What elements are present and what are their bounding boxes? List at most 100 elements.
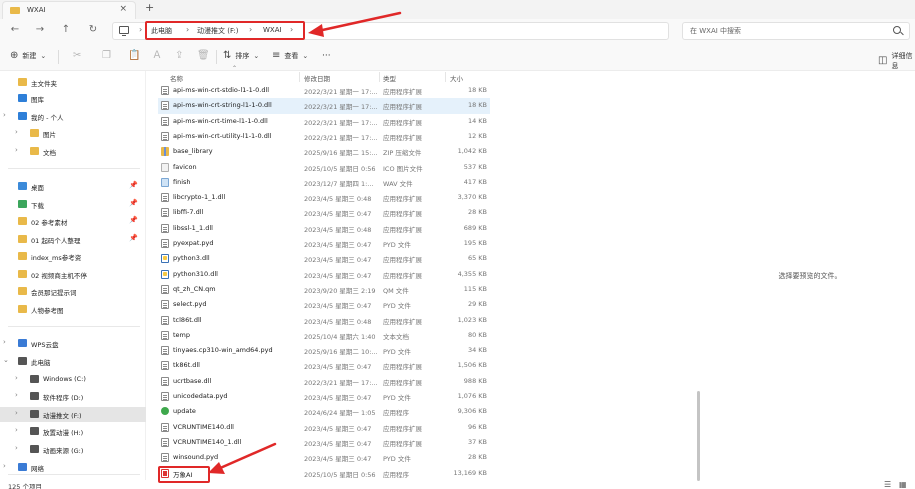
- sidebar-item[interactable]: 主文件夹: [0, 75, 146, 90]
- sort-button[interactable]: ⇅ 排序 ⌄: [223, 51, 259, 61]
- sort-icon: ⇅: [223, 50, 232, 61]
- new-button[interactable]: ⊕ 新建 ⌄: [10, 51, 46, 61]
- file-row[interactable]: select.pyd 2023/4/5 星期三 0:47 PYD 文件 29 KB: [158, 297, 490, 312]
- chevron-icon[interactable]: ›: [15, 146, 18, 154]
- file-row[interactable]: libffi-7.dll 2023/4/5 星期三 0:47 应用程序扩展 28 KB: [158, 205, 490, 220]
- file-row[interactable]: tinyaes.cp310-win_amd64.pyd 2025/9/16 星期二…: [158, 343, 490, 358]
- pin-icon[interactable]: 📌: [129, 234, 138, 242]
- sidebar-item[interactable]: › 放置动漫 (H:): [0, 424, 146, 439]
- chevron-icon[interactable]: ⌄: [3, 356, 9, 364]
- details-view-icon[interactable]: ☰: [884, 480, 891, 489]
- more-button[interactable]: ···: [322, 51, 331, 61]
- file-row[interactable]: python310.dll 2023/4/5 星期三 0:47 应用程序扩展 4,35…: [158, 267, 490, 282]
- tiles-view-icon[interactable]: ▦: [899, 480, 907, 489]
- sidebar-item[interactable]: ⌄ 此电脑: [0, 354, 146, 369]
- folder-icon: [30, 129, 39, 137]
- file-row[interactable]: libcrypto-1_1.dll 2023/4/5 星期三 0:48 应用程序扩展…: [158, 190, 490, 205]
- view-button[interactable]: ≡ 查看 ⌄: [272, 51, 308, 61]
- chevron-icon[interactable]: ›: [15, 128, 18, 136]
- up-button[interactable]: ↑: [59, 24, 73, 36]
- file-row[interactable]: api-ms-win-crt-utility-l1-1-0.dll 2022/3/…: [158, 129, 490, 144]
- paste-icon[interactable]: 📋: [128, 51, 140, 61]
- share-icon[interactable]: ⇪: [175, 51, 183, 61]
- sidebar-item[interactable]: › 动画来源 (G:): [0, 442, 146, 457]
- file-name: ucrtbase.dll: [173, 376, 212, 385]
- sidebar-item[interactable]: index_ms参考资: [0, 249, 146, 264]
- sidebar-item[interactable]: 会员那记提示词: [0, 284, 146, 299]
- file-row[interactable]: python3.dll 2023/4/5 星期三 0:47 应用程序扩展 65 KB: [158, 251, 490, 266]
- search-box[interactable]: 在 WXAI 中搜索: [682, 22, 910, 40]
- forward-button[interactable]: →: [33, 24, 47, 36]
- sidebar-item[interactable]: 下载 📌: [0, 197, 146, 212]
- sidebar-item[interactable]: › 软件程序 (D:): [0, 389, 146, 404]
- chevron-icon[interactable]: ›: [3, 462, 6, 470]
- file-row[interactable]: unicodedata.pyd 2023/4/5 星期三 0:47 PYD 文件 1,…: [158, 389, 490, 404]
- file-row[interactable]: VCRUNTIME140.dll 2023/4/5 星期三 0:47 应用程序扩展 9…: [158, 420, 490, 435]
- column-divider[interactable]: [299, 72, 300, 82]
- rename-icon[interactable]: Ａ: [152, 51, 162, 61]
- scroll-thumb[interactable]: [697, 391, 700, 481]
- sidebar-item[interactable]: › Windows (C:): [0, 372, 146, 387]
- pin-icon[interactable]: 📌: [129, 181, 138, 189]
- chevron-icon[interactable]: ›: [15, 391, 18, 399]
- column-size[interactable]: 大小: [450, 73, 463, 83]
- sidebar-item[interactable]: › 图片: [0, 126, 146, 141]
- copy-icon[interactable]: ❐: [102, 51, 111, 61]
- file-row[interactable]: finish 2023/12/7 星期四 1:... WAV 文件 417 KB: [158, 175, 490, 190]
- sidebar-item[interactable]: 桌面 📌: [0, 179, 146, 194]
- pin-icon[interactable]: 📌: [129, 199, 138, 207]
- file-row[interactable]: libssl-1_1.dll 2023/4/5 星期三 0:48 应用程序扩展 689…: [158, 221, 490, 236]
- sidebar-item[interactable]: › 我的 - 个人: [0, 109, 146, 124]
- sidebar-item[interactable]: › 网络: [0, 460, 146, 475]
- file-row[interactable]: VCRUNTIME140_1.dll 2023/4/5 星期三 0:47 应用程序扩…: [158, 435, 490, 450]
- file-name: base_library: [173, 147, 213, 156]
- desktop-icon: [18, 182, 27, 190]
- sidebar-item[interactable]: 图库: [0, 91, 146, 106]
- file-row[interactable]: api-ms-win-crt-string-l1-1-0.dll 2022/3/2…: [158, 98, 490, 114]
- tab-wxai[interactable]: WXAI ×: [2, 1, 136, 19]
- sidebar-item-label: 图片: [43, 131, 56, 139]
- sidebar-item[interactable]: 02 视频商主机不停: [0, 267, 146, 282]
- column-name[interactable]: 名称: [170, 73, 183, 83]
- sidebar-item-label: 会员那记提示词: [31, 289, 77, 297]
- file-row[interactable]: ucrtbase.dll 2022/3/21 星期一 17:... 应用程序扩展 98…: [158, 374, 490, 389]
- sidebar-item[interactable]: 01 起码个人整理 📌: [0, 232, 146, 247]
- chevron-icon[interactable]: ›: [3, 111, 6, 119]
- details-button[interactable]: ◫ 详细信息: [878, 51, 915, 71]
- column-type[interactable]: 类型: [383, 73, 396, 83]
- close-tab-icon[interactable]: ×: [119, 4, 127, 14]
- file-row[interactable]: tcl86t.dll 2023/4/5 星期三 0:48 应用程序扩展 1,023 K…: [158, 313, 490, 328]
- cut-icon[interactable]: ✂: [73, 51, 81, 61]
- chevron-icon[interactable]: ›: [15, 409, 18, 417]
- sidebar-item[interactable]: › WPS云盘: [0, 336, 146, 351]
- file-row[interactable]: qt_zh_CN.qm 2023/9/20 星期三 2:19 QM 文件 115 KB: [158, 282, 490, 297]
- sidebar-item[interactable]: 02 参考素材 📌: [0, 214, 146, 229]
- new-tab-button[interactable]: +: [145, 1, 154, 14]
- file-row[interactable]: temp 2025/10/4 星期六 1:40 文本文档 80 KB: [158, 328, 490, 343]
- column-divider[interactable]: [445, 72, 446, 82]
- file-row[interactable]: api-ms-win-crt-stdio-l1-1-0.dll 2022/3/21…: [158, 83, 490, 98]
- file-row[interactable]: winsound.pyd 2023/4/5 星期三 0:47 PYD 文件 28 KB: [158, 450, 490, 465]
- file-row[interactable]: api-ms-win-crt-time-l1-1-0.dll 2022/3/21 …: [158, 114, 490, 129]
- sidebar-item[interactable]: › 文档: [0, 144, 146, 159]
- back-button[interactable]: ←: [8, 24, 22, 36]
- file-row[interactable]: tk86t.dll 2023/4/5 星期三 0:47 应用程序扩展 1,506 KB: [158, 358, 490, 373]
- column-divider[interactable]: [379, 72, 380, 82]
- pin-icon[interactable]: 📌: [129, 216, 138, 224]
- delete-icon[interactable]: 🗑: [197, 51, 210, 61]
- sidebar-item[interactable]: 人物参考图: [0, 302, 146, 317]
- chevron-icon[interactable]: ›: [15, 374, 18, 382]
- file-doc-icon: [161, 315, 169, 325]
- file-row[interactable]: update 2024/6/24 星期一 1:05 应用程序 9,306 KB: [158, 404, 490, 419]
- scrollbar[interactable]: [697, 71, 701, 485]
- refresh-button[interactable]: ↻: [86, 24, 100, 36]
- chevron-icon[interactable]: ›: [15, 426, 18, 434]
- chevron-icon[interactable]: ›: [15, 444, 18, 452]
- file-row[interactable]: favicon 2025/10/5 星期日 0:56 ICO 图片文件 537 KB: [158, 160, 490, 175]
- column-date[interactable]: 修改日期: [304, 73, 330, 83]
- chevron-icon[interactable]: ›: [3, 338, 6, 346]
- sidebar-item[interactable]: › 动漫推文 (F:): [0, 407, 146, 422]
- file-row[interactable]: base_library 2025/9/16 星期二 15:... ZIP 压缩文件…: [158, 144, 490, 159]
- search-input[interactable]: 在 WXAI 中搜索: [690, 26, 741, 36]
- file-row[interactable]: pyexpat.pyd 2023/4/5 星期三 0:47 PYD 文件 195 KB: [158, 236, 490, 251]
